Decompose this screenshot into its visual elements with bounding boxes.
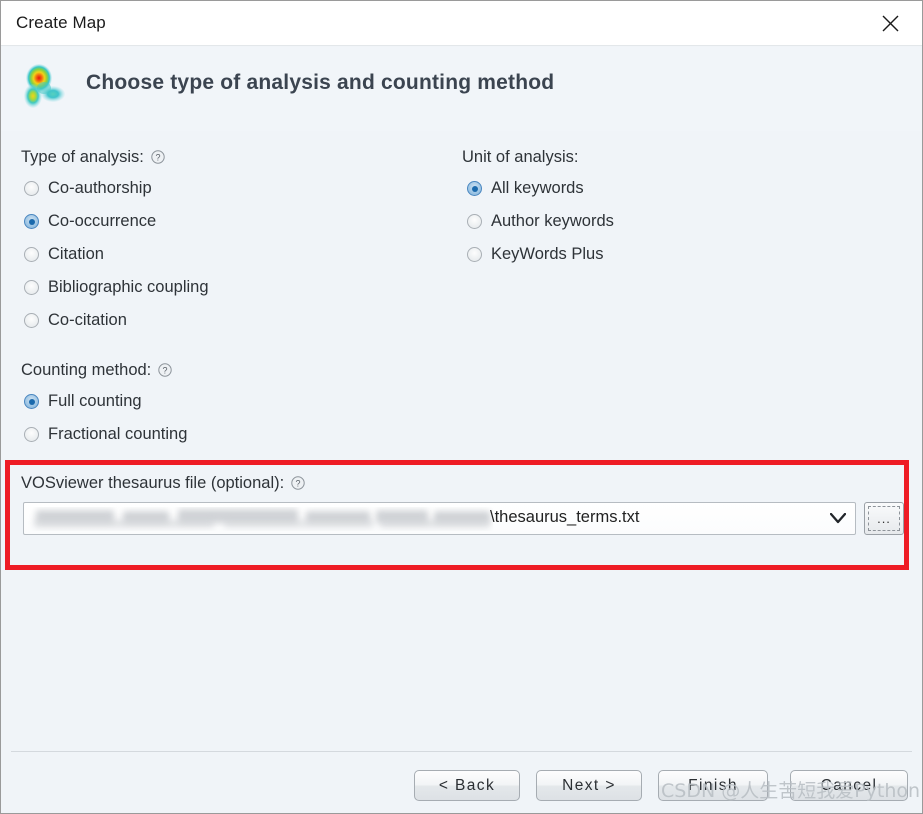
type-of-analysis-label: Type of analysis:? (21, 148, 165, 167)
radio-all-keywords[interactable]: All keywords (467, 179, 584, 198)
radio-indicator (24, 247, 39, 262)
radio-label: Author keywords (491, 212, 614, 230)
radio-keywords-plus[interactable]: KeyWords Plus (467, 245, 604, 264)
redacted-path-blur (28, 507, 493, 531)
radio-co-authorship[interactable]: Co-authorship (24, 179, 152, 198)
unit-of-analysis-label-text: Unit of analysis: (462, 148, 579, 166)
radio-fractional-counting[interactable]: Fractional counting (24, 425, 187, 444)
radio-indicator-selected (24, 214, 39, 229)
create-map-dialog: Create Map Choose type of analysis and c… (0, 0, 923, 814)
radio-label: Bibliographic coupling (48, 278, 209, 296)
type-of-analysis-label-text: Type of analysis: (21, 148, 144, 166)
thesaurus-file-label: VOSviewer thesaurus file (optional):? (21, 474, 305, 493)
radio-co-citation[interactable]: Co-citation (24, 311, 127, 330)
window-title: Create Map (16, 13, 106, 32)
radio-label: Co-occurrence (48, 212, 157, 230)
title-bar: Create Map (1, 1, 922, 46)
radio-author-keywords[interactable]: Author keywords (467, 212, 614, 231)
radio-indicator-selected (467, 181, 482, 196)
radio-indicator (467, 247, 482, 262)
radio-indicator-selected (24, 394, 39, 409)
dialog-content: Type of analysis:? Co-authorship Co-occu… (1, 131, 922, 749)
radio-citation[interactable]: Citation (24, 245, 104, 264)
radio-label: Citation (48, 245, 104, 263)
dialog-footer: < Back Next > Finish Cancel (1, 752, 922, 813)
svg-text:?: ? (155, 152, 160, 162)
radio-label: Full counting (48, 392, 142, 410)
page-title: Choose type of analysis and counting met… (86, 71, 555, 94)
help-circle-icon[interactable]: ? (291, 476, 305, 490)
close-icon[interactable] (862, 1, 918, 45)
radio-indicator (24, 280, 39, 295)
thesaurus-file-name: \thesaurus_terms.txt (490, 508, 640, 526)
thesaurus-file-value: \thesaurus_terms.txt (24, 503, 821, 534)
radio-label: KeyWords Plus (491, 245, 604, 263)
browse-file-button[interactable]: ... (864, 502, 904, 535)
finish-button[interactable]: Finish (658, 770, 768, 801)
counting-method-label-text: Counting method: (21, 361, 152, 379)
radio-label: Fractional counting (48, 425, 188, 443)
counting-method-label: Counting method:? (21, 361, 172, 380)
thesaurus-file-label-text: VOSviewer thesaurus file (optional): (21, 474, 285, 492)
vosviewer-density-logo-icon (17, 61, 71, 115)
svg-text:?: ? (163, 365, 168, 375)
cancel-button[interactable]: Cancel (790, 770, 908, 801)
svg-text:?: ? (296, 478, 301, 488)
radio-label: All keywords (491, 179, 584, 197)
next-button[interactable]: Next > (536, 770, 642, 801)
radio-label: Co-citation (48, 311, 127, 329)
help-circle-icon[interactable]: ? (158, 363, 172, 377)
thesaurus-file-combobox[interactable]: \thesaurus_terms.txt (23, 502, 856, 535)
radio-label: Co-authorship (48, 179, 152, 197)
back-button[interactable]: < Back (414, 770, 520, 801)
radio-full-counting[interactable]: Full counting (24, 392, 142, 411)
radio-co-occurrence[interactable]: Co-occurrence (24, 212, 156, 231)
radio-indicator (24, 313, 39, 328)
radio-indicator (24, 181, 39, 196)
chevron-down-icon[interactable] (821, 503, 855, 534)
radio-bibliographic-coupling[interactable]: Bibliographic coupling (24, 278, 209, 297)
help-circle-icon[interactable]: ? (151, 150, 165, 164)
unit-of-analysis-label: Unit of analysis: (462, 148, 578, 167)
dialog-header: Choose type of analysis and counting met… (1, 47, 922, 131)
radio-indicator (24, 427, 39, 442)
browse-file-button-label: ... (868, 506, 900, 531)
radio-indicator (467, 214, 482, 229)
